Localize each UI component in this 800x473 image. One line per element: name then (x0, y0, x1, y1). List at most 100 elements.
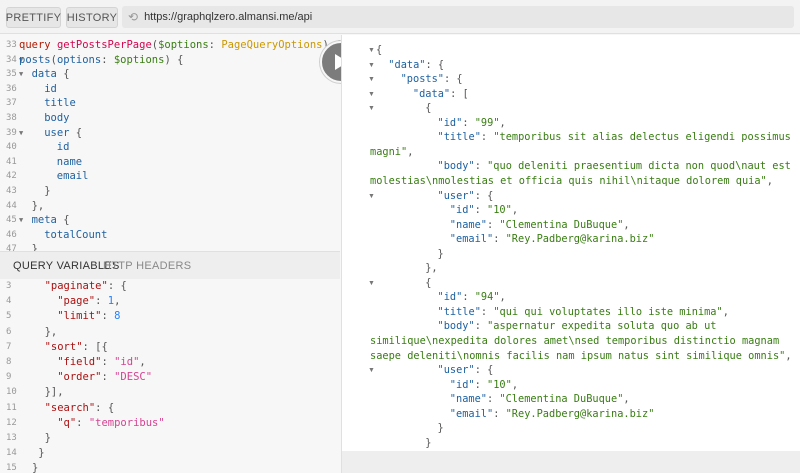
result-token: "email" (449, 407, 494, 420)
result-token: "99" (474, 116, 500, 129)
code-token: ) { (164, 53, 184, 66)
code-text: }, (32, 199, 45, 214)
line-number: 6 (6, 326, 12, 337)
result-token: "email" (449, 233, 494, 246)
code-text: query getPostsPerPage($options: PageQuer… (19, 38, 340, 53)
result-token: "Clementina DuBuque" (499, 218, 624, 231)
variables-line: 12 "q": "temporibus" (0, 416, 340, 431)
endpoint-url-field[interactable]: ⟲ https://graphqlzero.almansi.me/api (122, 6, 794, 28)
result-line: } (438, 421, 444, 436)
code-token: "paginate" (44, 280, 108, 292)
result-line: { (376, 43, 382, 58)
code-text: id (44, 82, 57, 97)
code-text: } (32, 461, 38, 473)
fold-arrow-icon[interactable]: ▼ (368, 62, 375, 69)
fold-arrow-icon[interactable]: ▼ (368, 367, 375, 374)
code-text: "limit": 8 (57, 309, 120, 324)
result-line: "user": { (438, 363, 494, 378)
result-token: "id" (437, 291, 463, 304)
code-token: "id" (114, 356, 140, 368)
code-token: data (31, 68, 57, 81)
fold-arrow-icon[interactable]: ▼ (368, 47, 375, 54)
code-token: PageQueryOptions (221, 39, 323, 51)
tab-http-headers[interactable]: HTTP HEADERS (103, 260, 191, 272)
result-line: similique\nexpedita dolores amet\nsed te… (370, 334, 779, 349)
code-token: }], (44, 386, 64, 399)
line-number: 34 (6, 54, 17, 65)
result-token: , (722, 305, 729, 318)
code-text: "sort": [{ (45, 340, 108, 355)
fold-arrow-icon[interactable]: ▼ (368, 91, 375, 98)
history-button[interactable]: HISTORY (66, 7, 118, 28)
code-text: name (57, 155, 82, 170)
variables-line: 4 "page": 1, (0, 294, 340, 309)
result-line: "body": "aspernatur expedita soluta quo … (438, 319, 717, 334)
reload-icon[interactable]: ⟲ (128, 10, 138, 24)
code-token: name (56, 155, 83, 168)
result-token: : (462, 291, 475, 304)
variables-line: 6}, (0, 325, 340, 340)
line-number: 10 (6, 387, 17, 398)
result-line: "user": { (438, 189, 494, 204)
code-token: 8 (114, 310, 121, 323)
query-line: 39 ▼ user { (0, 126, 340, 141)
query-line: 40 id (0, 140, 340, 155)
query-line: 35 ▼ data { (0, 67, 340, 82)
code-token: : { (95, 401, 115, 414)
code-text: "paginate": { (45, 279, 127, 294)
code-text: }], (45, 385, 64, 400)
endpoint-url-text: https://graphqlzero.almansi.me/api (144, 11, 313, 23)
fold-arrow-icon[interactable]: ▼ (19, 126, 23, 141)
code-text: body (44, 111, 69, 126)
code-token: : (101, 356, 115, 368)
result-token: , (407, 145, 414, 158)
result-token: , (499, 291, 506, 304)
variables-line: 9 "order": "DESC" (0, 370, 340, 385)
result-token: molestias\nmolestias et officia quis nih… (370, 174, 767, 187)
prettify-button[interactable]: PRETTIFY (6, 7, 61, 28)
result-token: magni" (370, 145, 408, 158)
fold-arrow-icon[interactable]: ▼ (368, 105, 375, 112)
code-token: : [{ (82, 340, 108, 353)
result-token: "Rey.Padberg@karina.biz" (505, 233, 655, 246)
result-token: "10" (487, 378, 512, 391)
result-token: , (511, 204, 519, 217)
result-token: similique\nexpedita dolores amet\nsed te… (370, 335, 780, 347)
result-line: "posts": { (401, 72, 463, 87)
variables-line: 7 "sort": [{ (0, 340, 340, 355)
code-text: "field": "id", (57, 355, 146, 370)
result-token: , (623, 218, 630, 231)
code-token: $options (113, 53, 165, 66)
code-token: : (101, 310, 115, 323)
code-token: "q" (57, 416, 77, 429)
line-number: 13 (6, 433, 17, 443)
fold-arrow-icon[interactable]: ▼ (368, 193, 375, 200)
result-line: } (425, 436, 431, 451)
result-line: "title": "temporibus sit alias delectus … (438, 130, 791, 145)
fold-arrow-icon[interactable]: ▼ (19, 213, 23, 228)
result-token: } (437, 422, 444, 435)
line-number: 4 (6, 296, 12, 307)
fold-arrow-icon[interactable]: ▼ (368, 76, 375, 83)
query-editor[interactable]: 33 query getPostsPerPage($options: PageQu… (0, 35, 340, 251)
fold-arrow-icon[interactable]: ▼ (368, 280, 375, 287)
result-token: : (493, 233, 506, 246)
code-token: query (19, 39, 57, 51)
line-number: 9 (6, 372, 12, 383)
line-number: 45 (6, 215, 17, 226)
code-text: } (38, 446, 44, 461)
result-line: "data": [ (413, 87, 469, 102)
result-line: "name": "Clementina DuBuque", (450, 392, 630, 407)
fold-arrow-icon[interactable]: ▼ (19, 67, 23, 82)
code-token: options (56, 53, 102, 66)
code-token: getPostsPerPage (56, 39, 152, 51)
result-token: "temporibus sit alias delectus eligendi … (493, 131, 791, 144)
variables-editor[interactable]: 3 "paginate": {4 "page": 1, 5 "limit": 8 6}, 7… (0, 279, 340, 473)
code-text: data { (32, 67, 70, 82)
result-line: "id": "99", (438, 116, 506, 131)
result-viewer: ▼{▼ "data": {▼ "posts": {▼ "data": [▼{"id":… (341, 35, 800, 451)
result-line: magni", (370, 145, 413, 160)
line-number: 12 (6, 417, 17, 428)
code-token: } (38, 447, 45, 460)
result-token: { (425, 276, 432, 289)
